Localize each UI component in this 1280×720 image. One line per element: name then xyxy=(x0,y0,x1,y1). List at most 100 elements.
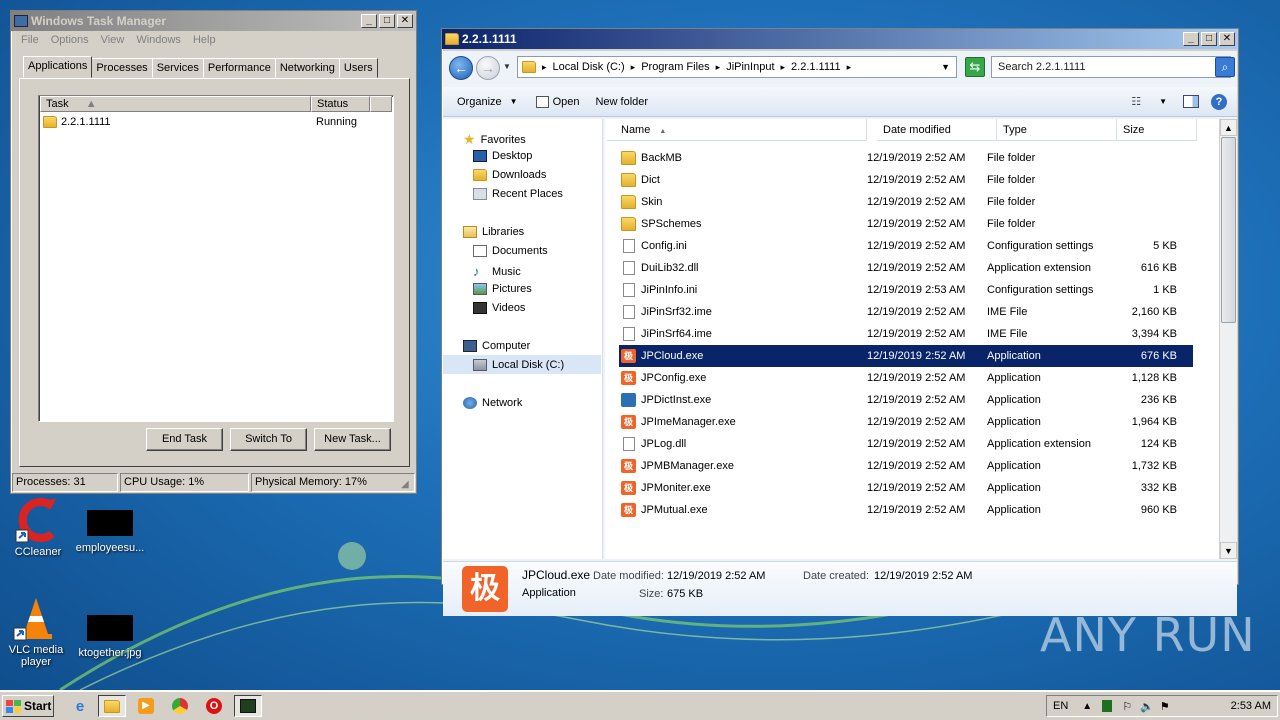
scroll-thumb[interactable] xyxy=(1221,137,1236,323)
minimize-button[interactable]: _ xyxy=(1183,32,1199,46)
file-row[interactable]: Config.ini 12/19/2019 2:52 AM Configuratio… xyxy=(619,235,1193,257)
breadcrumb-separator-icon[interactable]: ▸ xyxy=(631,62,636,73)
nav-documents[interactable]: Documents xyxy=(473,245,548,257)
close-button[interactable]: ✕ xyxy=(397,14,413,28)
task-list[interactable]: Task ▲ Status 2.2.1.1111 Running xyxy=(38,95,394,422)
resize-grip-icon[interactable]: ◢ xyxy=(401,479,409,490)
taskbar-ie-button[interactable]: e xyxy=(66,695,94,717)
taskbar-opera-button[interactable]: O xyxy=(200,695,228,717)
volume-icon[interactable]: 🔈 xyxy=(1140,700,1154,713)
language-indicator[interactable]: EN xyxy=(1053,700,1068,712)
file-row[interactable]: JiPinSrf64.ime 12/19/2019 2:52 AM IME File… xyxy=(619,323,1193,345)
tab-performance[interactable]: Performance xyxy=(202,58,276,78)
menu-view[interactable]: View xyxy=(95,34,131,46)
action-center-icon[interactable]: ⚐ xyxy=(1122,700,1132,713)
nav-downloads[interactable]: Downloads xyxy=(473,169,546,181)
file-row[interactable]: JiPinInfo.ini 12/19/2019 2:53 AM Configura… xyxy=(619,279,1193,301)
tab-services[interactable]: Services xyxy=(151,58,204,78)
desktop-icon-vlc[interactable]: VLC media player xyxy=(0,594,76,668)
nav-network[interactable]: Network xyxy=(463,397,522,409)
organize-button[interactable]: Organize ▼ xyxy=(457,96,518,108)
menu-file[interactable]: File xyxy=(15,34,45,46)
explorer-titlebar[interactable]: 2.2.1.1111 _ □ ✕ xyxy=(442,29,1238,49)
nav-local-disk[interactable]: Local Disk (C:) xyxy=(443,355,601,374)
task-manager-titlebar[interactable]: Windows Task Manager _ □ ✕ xyxy=(11,11,416,31)
tab-applications[interactable]: Applications xyxy=(23,56,93,78)
tab-networking[interactable]: Networking xyxy=(274,58,340,78)
show-hidden-icons-icon[interactable]: ▲ xyxy=(1082,701,1092,712)
breadcrumb-program-files[interactable]: Program Files xyxy=(641,61,709,73)
file-row[interactable]: JiPinSrf32.ime 12/19/2019 2:52 AM IME File… xyxy=(619,301,1193,323)
file-row[interactable]: Skin 12/19/2019 2:52 AM File folder xyxy=(619,191,1193,213)
network-tray-icon[interactable]: ⚑ xyxy=(1160,700,1170,713)
maximize-button[interactable]: □ xyxy=(379,14,395,28)
address-dropdown-icon[interactable]: ▼ xyxy=(941,62,950,72)
desktop-icon-employeesu[interactable]: employeesu... xyxy=(70,496,150,554)
taskbar-task-manager-button[interactable] xyxy=(234,695,262,717)
file-row[interactable]: Dict 12/19/2019 2:52 AM File folder xyxy=(619,169,1193,191)
open-button[interactable]: Open xyxy=(535,95,579,108)
breadcrumb-separator-icon[interactable]: ▸ xyxy=(542,62,547,73)
file-row[interactable]: 极 JPCloud.exe 12/19/2019 2:52 AM Applicatio… xyxy=(619,345,1193,367)
end-task-button[interactable]: End Task xyxy=(146,428,223,451)
recent-pages-chevron-icon[interactable]: ▼ xyxy=(503,62,511,71)
nav-libraries[interactable]: Libraries xyxy=(463,226,524,238)
file-row[interactable]: JPLog.dll 12/19/2019 2:52 AM Application e… xyxy=(619,433,1193,455)
switch-to-button[interactable]: Switch To xyxy=(230,428,307,451)
nav-videos[interactable]: Videos xyxy=(473,302,525,314)
file-row[interactable]: 极 JPMoniter.exe 12/19/2019 2:52 AM Applicat… xyxy=(619,477,1193,499)
column-header-task[interactable]: Task ▲ xyxy=(40,96,311,112)
back-button[interactable]: ← xyxy=(449,56,473,80)
file-row[interactable]: SPSchemes 12/19/2019 2:52 AM File folder xyxy=(619,213,1193,235)
nav-recent-places[interactable]: Recent Places xyxy=(473,188,563,200)
refresh-button[interactable]: ⇆ xyxy=(965,57,985,77)
close-button[interactable]: ✕ xyxy=(1219,32,1235,46)
file-row[interactable]: 极 JPMutual.exe 12/19/2019 2:52 AM Applicati… xyxy=(619,499,1193,521)
nav-computer[interactable]: Computer xyxy=(463,340,530,352)
nav-music[interactable]: ♪ Music xyxy=(473,264,521,279)
column-header-size[interactable]: Size xyxy=(1117,119,1197,141)
file-row[interactable]: DuiLib32.dll 12/19/2019 2:52 AM Applicatio… xyxy=(619,257,1193,279)
file-row[interactable]: BackMB 12/19/2019 2:52 AM File folder xyxy=(619,147,1193,169)
tab-users[interactable]: Users xyxy=(338,58,378,78)
nav-desktop[interactable]: Desktop xyxy=(473,150,532,162)
desktop-icon-ktogether[interactable]: ktogether.jpg xyxy=(70,603,150,659)
column-header-type[interactable]: Type xyxy=(997,119,1117,141)
column-header-status[interactable]: Status xyxy=(311,96,370,112)
menu-help[interactable]: Help xyxy=(187,34,222,46)
new-task-button[interactable]: New Task... xyxy=(314,428,391,451)
preview-pane-button[interactable] xyxy=(1183,95,1199,108)
scroll-up-button[interactable]: ▲ xyxy=(1220,119,1237,136)
tray-app-icon[interactable] xyxy=(1102,700,1113,712)
scroll-down-button[interactable]: ▼ xyxy=(1220,542,1237,559)
taskbar-media-player-button[interactable]: ▶ xyxy=(132,695,160,717)
menu-windows[interactable]: Windows xyxy=(130,34,187,46)
breadcrumb-separator-icon[interactable]: ▸ xyxy=(847,62,852,73)
minimize-button[interactable]: _ xyxy=(361,14,377,28)
new-folder-button[interactable]: New folder xyxy=(595,96,648,108)
column-header-date[interactable]: Date modified xyxy=(877,119,997,141)
column-header-name[interactable]: Name ▲ xyxy=(607,119,867,141)
maximize-button[interactable]: □ xyxy=(1201,32,1217,46)
views-button[interactable]: ☷ ▼ xyxy=(1131,95,1167,108)
table-row[interactable]: 2.2.1.1111 Running xyxy=(43,115,383,131)
address-bar[interactable]: ▸ Local Disk (C:) ▸ Program Files ▸ JiPi… xyxy=(517,56,957,78)
breadcrumb-separator-icon[interactable]: ▸ xyxy=(716,62,721,73)
forward-button[interactable]: → xyxy=(476,56,500,80)
taskbar-chrome-button[interactable] xyxy=(166,695,194,717)
file-row[interactable]: JPDictInst.exe 12/19/2019 2:52 AM Applicat… xyxy=(619,389,1193,411)
tab-processes[interactable]: Processes xyxy=(91,58,153,78)
menu-options[interactable]: Options xyxy=(45,34,95,46)
nav-favorites[interactable]: ★ Favorites xyxy=(463,131,526,148)
breadcrumb-current[interactable]: 2.2.1.1111 xyxy=(791,61,841,73)
clock[interactable]: 2:53 AM xyxy=(1231,700,1271,712)
nav-pictures[interactable]: Pictures xyxy=(473,283,532,295)
breadcrumb-separator-icon[interactable]: ▸ xyxy=(781,62,786,73)
vertical-scrollbar[interactable]: ▲ ▼ xyxy=(1219,119,1237,559)
breadcrumb-local-disk[interactable]: Local Disk (C:) xyxy=(553,61,625,73)
breadcrumb-jipininput[interactable]: JiPinInput xyxy=(726,61,774,73)
file-list[interactable]: Name ▲ Date modified Type Size BackMB 12/… xyxy=(605,119,1219,559)
file-row[interactable]: 极 JPConfig.exe 12/19/2019 2:52 AM Applicati… xyxy=(619,367,1193,389)
desktop-icon-ccleaner[interactable]: CCleaner xyxy=(0,496,78,558)
file-row[interactable]: 极 JPImeManager.exe 12/19/2019 2:52 AM Appli… xyxy=(619,411,1193,433)
